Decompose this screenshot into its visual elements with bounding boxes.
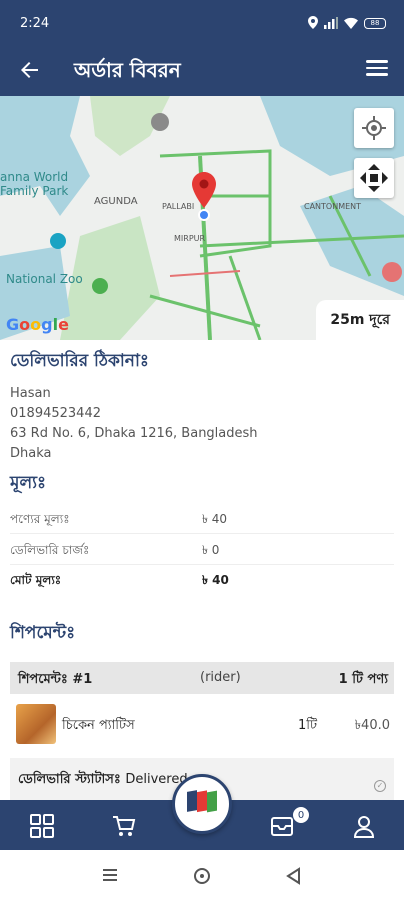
status-bar: 2:24 88 [0,0,404,44]
map-view[interactable]: anna World Family Park AGUNDA PALLABI CA… [0,96,404,340]
map-label-park: anna World [0,170,69,184]
product-quantity: 1টি [298,718,318,733]
wifi-icon [344,14,358,33]
menu-lines-icon [103,869,117,881]
nav-categories[interactable] [28,812,56,840]
price-row-delivery: ডেলিভারি চার্জঃ ৳ 0 [10,535,394,565]
delivery-title: ডেলিভারির ঠিকানাঃ [10,351,149,371]
price-label: পণ্যের মূল্যঃ [10,512,70,526]
recent-apps-button[interactable] [100,866,120,888]
home-fab-button[interactable] [172,774,232,834]
hamburger-line [366,73,388,76]
cart-badge: 0 [292,806,310,824]
shipment-header: শিপমেন্টঃ #1 (rider) 1 টি পণ্য [10,662,394,694]
price-section: মূল্যঃ [10,470,394,498]
price-row-total: মোট মূল্যঃ ৳ 40 [10,565,394,595]
distance-chip: 25m দূরে [316,300,404,340]
home-button[interactable] [192,866,212,890]
hamburger-icon [366,60,388,63]
crosshair-icon [362,116,386,140]
location-icon [308,14,318,33]
current-location-dot-icon [198,209,210,221]
customer-phone: 01894523442 [10,406,101,421]
shipment-label: শিপমেন্টঃ #1 [18,672,93,687]
delivery-section: ডেলিভারির ঠিকানাঃ Hasan 01894523442 63 R… [10,348,394,464]
app-bar: অর্ডার বিবরন [0,44,404,96]
price-value: ৳ 40 [202,573,229,587]
map-label-park-2: Family Park [0,184,69,198]
arrow-left-icon [21,62,38,78]
product-price: ৳40.0 [354,718,390,733]
signal-icon [324,14,338,33]
product-name: চিকেন প্যাটিস [62,718,135,733]
status-label-text: ডেলিভারি স্ট্যাটাসঃ [18,772,121,787]
grid-icon [30,814,54,838]
home-circle-icon [194,868,210,884]
map-label-cantonment: CANTONMENT [304,202,362,211]
nav-profile[interactable] [350,812,378,840]
price-value: ৳ 0 [202,543,220,557]
status-time: 2:24 [20,16,50,31]
price-value: ৳ 40 [202,512,228,526]
battery-icon: 88 [364,18,386,29]
map-label-mirpur: MIRPUR [174,234,206,243]
system-navigation-bar [0,850,404,900]
shipment-title: শিপমেন্টঃ [10,623,76,643]
google-logo: Google [6,315,69,334]
move-arrows-icon [360,164,388,192]
product-image [16,704,56,744]
system-back-button[interactable] [284,866,304,890]
app-logo-icon [187,790,217,813]
price-row-product: পণ্যের মূল্যঃ ৳ 40 [10,504,394,534]
price-label: ডেলিভারি চার্জঃ [10,543,90,557]
shipment-item-count: 1 টি পণ্য [338,672,388,687]
back-button[interactable] [14,54,46,86]
page-title: অর্ডার বিবরন [74,58,181,82]
triangle-back-icon [286,867,300,885]
price-title: মূল্যঃ [10,473,47,493]
shipment-item-row[interactable]: চিকেন প্যাটিস 1টি ৳40.0 [10,700,394,750]
cart-icon [113,816,136,836]
check-circle-icon: ✓ [374,780,386,792]
customer-city: Dhaka [10,446,52,461]
price-label: মোট মূল্যঃ [10,573,62,587]
menu-button[interactable] [364,56,390,82]
map-label-pallabi: PALLABI [162,202,195,211]
nav-cart[interactable] [110,812,138,840]
user-icon [353,816,375,838]
my-location-button[interactable] [354,108,394,148]
hamburger-line [366,66,388,69]
customer-address: 63 Rd No. 6, Dhaka 1216, Bangladesh [10,426,258,441]
customer-name: Hasan [10,386,51,401]
status-icons: 88 [308,14,386,33]
shipment-section: শিপমেন্টঃ [10,620,394,648]
shipment-rider: (rider) [200,670,241,685]
map-label-zoo: National Zoo [6,272,83,286]
delivery-status-label: ডেলিভারি স্ট্যাটাসঃ Delivered [18,770,188,791]
recenter-button[interactable] [354,158,394,198]
map-label-agunda: AGUNDA [94,196,138,207]
